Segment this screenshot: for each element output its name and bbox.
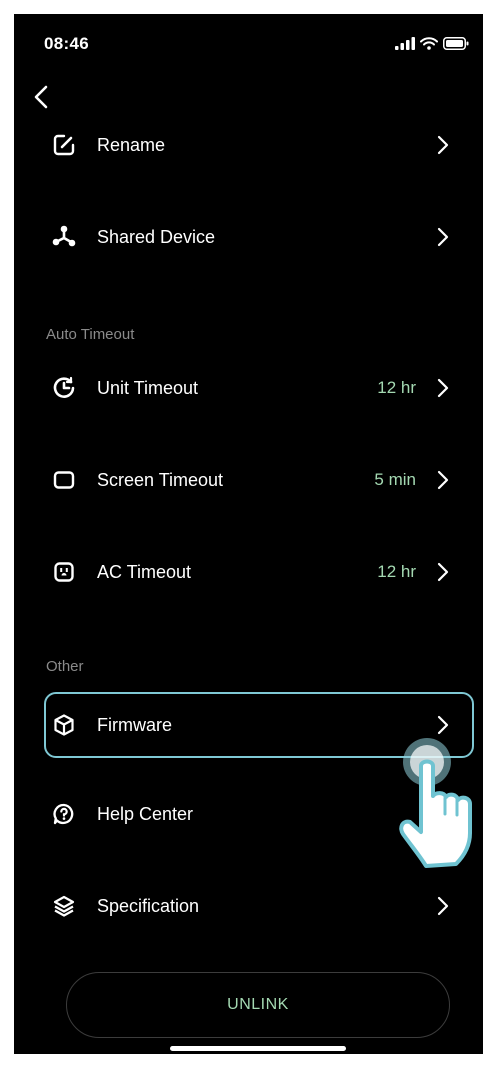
screen-timeout-label: Screen Timeout bbox=[97, 469, 224, 490]
unlink-label: UNLINK bbox=[227, 996, 289, 1013]
status-icons bbox=[395, 36, 469, 50]
edit-icon bbox=[50, 131, 78, 159]
unlink-button[interactable]: UNLINK bbox=[66, 972, 450, 1038]
firmware-label: Firmware bbox=[97, 714, 172, 735]
share-icon bbox=[50, 223, 78, 251]
battery-icon bbox=[443, 36, 469, 50]
signal-icon bbox=[395, 36, 415, 50]
chevron-right-icon bbox=[437, 470, 449, 490]
tap-hand-icon bbox=[399, 738, 472, 868]
help-icon bbox=[50, 800, 78, 828]
phone-screen: 08:46 Rename Shared Device Auto Timeout … bbox=[14, 14, 483, 1054]
chevron-right-icon bbox=[437, 227, 449, 247]
ac-timeout-value: 12 hr bbox=[377, 562, 416, 581]
unit-timeout-value: 12 hr bbox=[377, 378, 416, 397]
status-time: 08:46 bbox=[44, 34, 89, 53]
help-center-label: Help Center bbox=[97, 803, 194, 824]
chevron-right-icon bbox=[437, 378, 449, 398]
ac-timeout-label: AC Timeout bbox=[97, 561, 192, 582]
specification-row[interactable]: Specification bbox=[44, 878, 462, 934]
status-bar: 08:46 bbox=[14, 14, 483, 62]
shared-device-row[interactable]: Shared Device bbox=[44, 209, 462, 265]
other-header: Other bbox=[46, 658, 84, 675]
cube-icon bbox=[50, 711, 78, 739]
chevron-right-icon bbox=[437, 562, 449, 582]
rename-row[interactable]: Rename bbox=[44, 117, 462, 173]
ac-outlet-icon bbox=[50, 558, 78, 586]
wifi-icon bbox=[420, 36, 438, 50]
chevron-right-icon bbox=[437, 135, 449, 155]
chevron-right-icon bbox=[437, 896, 449, 916]
unit-timeout-label: Unit Timeout bbox=[97, 377, 199, 398]
layers-icon bbox=[50, 892, 78, 920]
screen-timeout-row[interactable]: Screen Timeout 5 min bbox=[44, 452, 462, 508]
rename-label: Rename bbox=[97, 134, 166, 155]
unit-timeout-row[interactable]: Unit Timeout 12 hr bbox=[44, 360, 462, 416]
auto-timeout-header: Auto Timeout bbox=[46, 326, 135, 343]
specification-label: Specification bbox=[97, 895, 200, 916]
home-indicator bbox=[170, 1046, 346, 1051]
timer-icon bbox=[50, 374, 78, 402]
screen-icon bbox=[50, 466, 78, 494]
screen-timeout-value: 5 min bbox=[374, 470, 416, 489]
ac-timeout-row[interactable]: AC Timeout 12 hr bbox=[44, 544, 462, 600]
back-arrow-icon[interactable] bbox=[30, 82, 54, 112]
shared-device-label: Shared Device bbox=[97, 226, 216, 247]
